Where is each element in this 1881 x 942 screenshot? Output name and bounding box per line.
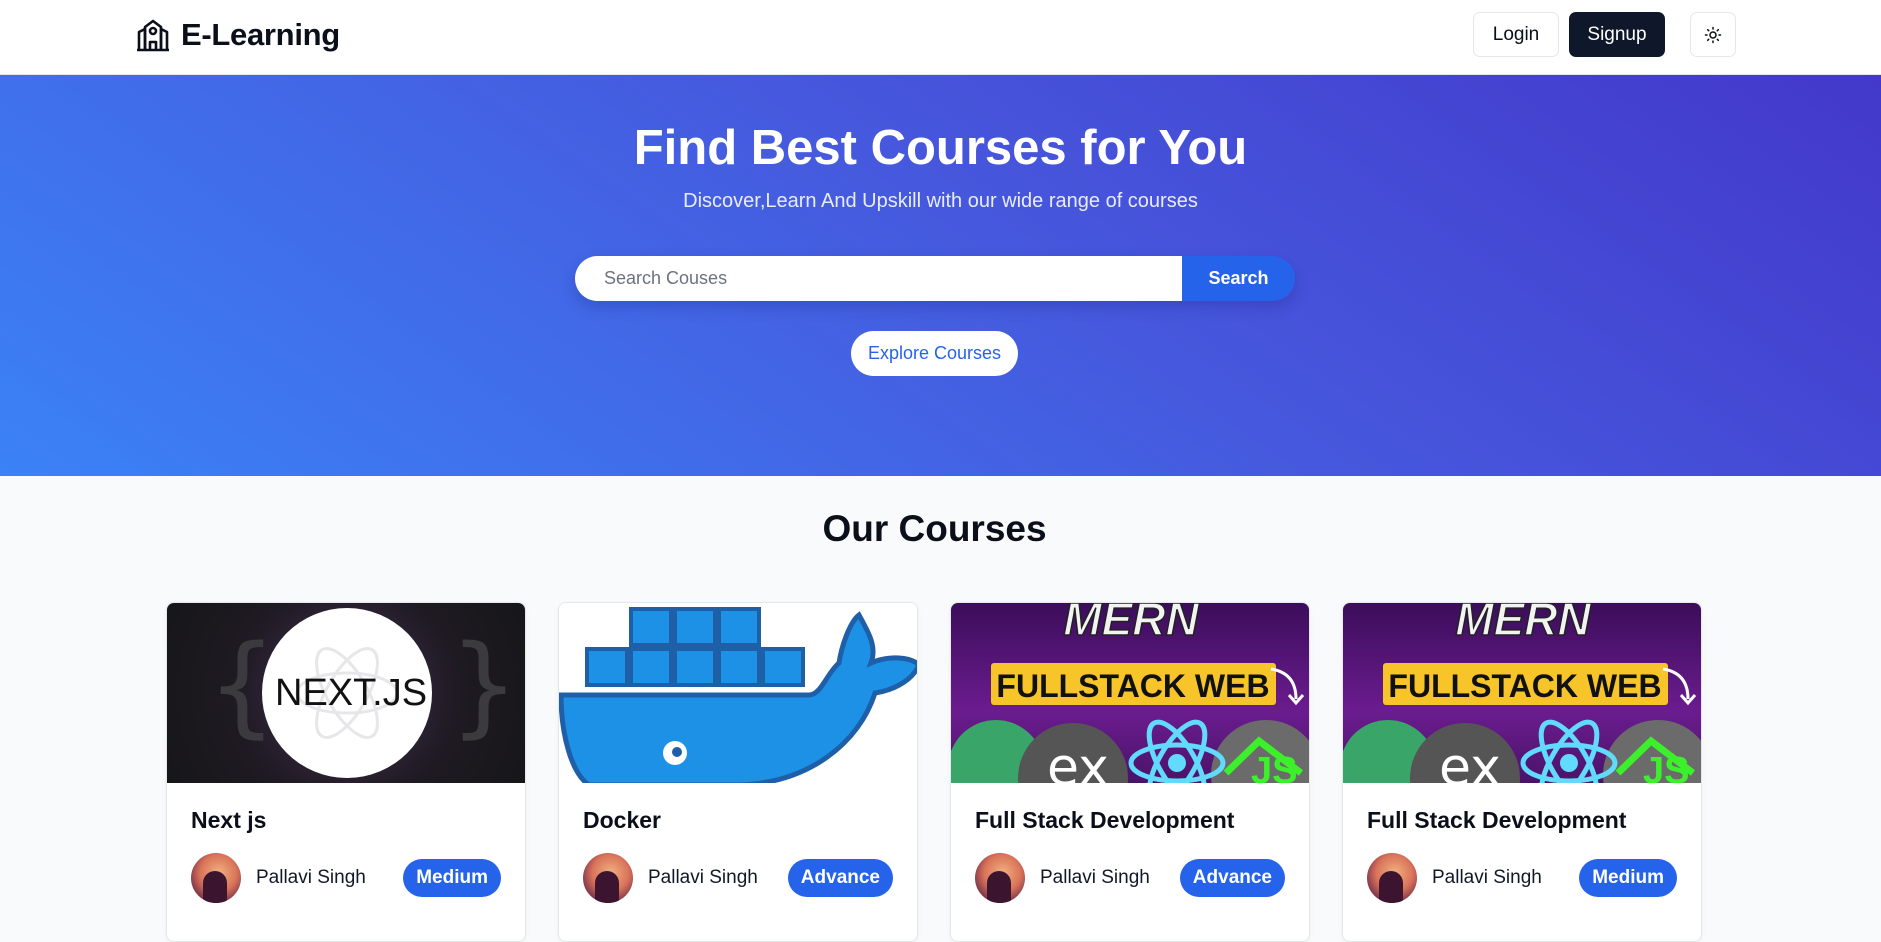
avatar — [975, 853, 1025, 903]
level-badge: Medium — [1579, 859, 1677, 897]
author-name: Pallavi Singh — [1040, 867, 1150, 888]
svg-text:JS: JS — [1251, 750, 1297, 783]
level-badge: Advance — [1179, 859, 1285, 897]
course-author: Pallavi Singh — [583, 853, 758, 903]
avatar — [1367, 853, 1417, 903]
hero-subtitle: Discover,Learn And Upskill with our wide… — [683, 190, 1198, 212]
course-title: Full Stack Development — [975, 807, 1235, 833]
svg-text:FULLSTACK WEB: FULLSTACK WEB — [1388, 668, 1661, 704]
course-grid: { } NEXT.JS Next js Pallavi Singh Medium — [166, 602, 1702, 942]
mern-banner: MERN FULLSTACK WEB ex JS — [951, 603, 1309, 783]
svg-text:FULLSTACK WEB: FULLSTACK WEB — [996, 668, 1269, 704]
avatar — [583, 853, 633, 903]
theme-toggle-button[interactable] — [1690, 12, 1736, 57]
course-thumbnail: MERN FULLSTACK WEB ex JS — [1343, 603, 1701, 783]
level-badge: Medium — [403, 859, 501, 897]
courses-title: Our Courses — [822, 508, 1047, 549]
course-card[interactable]: MERN FULLSTACK WEB ex JS Full Stack Deve… — [950, 602, 1310, 942]
course-thumbnail — [559, 603, 917, 783]
level-badge: Advance — [787, 859, 893, 897]
search-button[interactable]: Search — [1182, 256, 1295, 301]
brand-name: E-Learning — [181, 17, 340, 52]
course-author: Pallavi Singh — [1367, 853, 1542, 903]
nextjs-logo: { } NEXT.JS — [207, 608, 519, 778]
school-icon — [137, 19, 169, 52]
login-button[interactable]: Login — [1473, 12, 1559, 57]
course-card[interactable]: Docker Pallavi Singh Advance — [558, 602, 918, 942]
course-card[interactable]: MERN FULLSTACK WEB ex JS Full Stack Deve… — [1342, 602, 1702, 942]
hero-title: Find Best Courses for You — [633, 121, 1248, 175]
mern-banner: MERN FULLSTACK WEB ex JS — [1343, 603, 1701, 783]
course-title: Docker — [583, 807, 661, 833]
svg-text:MERN: MERN — [1455, 603, 1591, 645]
svg-text:MERN: MERN — [1063, 603, 1199, 645]
svg-text:NEXT.JS: NEXT.JS — [275, 672, 427, 714]
svg-text:ex: ex — [1439, 738, 1501, 783]
avatar — [191, 853, 241, 903]
course-title: Next js — [191, 807, 267, 833]
course-title: Full Stack Development — [1367, 807, 1627, 833]
author-name: Pallavi Singh — [256, 867, 366, 888]
docker-logo — [559, 607, 917, 783]
nav-actions: Login Signup — [1473, 12, 1736, 57]
sun-icon — [1704, 26, 1722, 43]
hero-section: Find Best Courses for You Discover,Learn… — [0, 75, 1881, 476]
svg-text:JS: JS — [1643, 750, 1689, 783]
search-input[interactable] — [575, 256, 1182, 301]
course-author: Pallavi Singh — [191, 853, 366, 903]
brand[interactable]: E-Learning — [135, 17, 340, 53]
svg-text:ex: ex — [1047, 738, 1109, 783]
course-thumbnail: MERN FULLSTACK WEB ex JS — [951, 603, 1309, 783]
course-card[interactable]: { } NEXT.JS Next js Pallavi Singh Medium — [166, 602, 526, 942]
signup-button[interactable]: Signup — [1569, 12, 1665, 57]
author-name: Pallavi Singh — [648, 867, 758, 888]
course-author: Pallavi Singh — [975, 853, 1150, 903]
course-thumbnail: { } NEXT.JS — [167, 603, 525, 783]
svg-text:}: } — [449, 621, 519, 749]
navbar: E-Learning Login Signup — [0, 0, 1881, 75]
author-name: Pallavi Singh — [1432, 867, 1542, 888]
search-bar: Search — [575, 256, 1295, 301]
explore-courses-button[interactable]: Explore Courses — [851, 331, 1018, 376]
